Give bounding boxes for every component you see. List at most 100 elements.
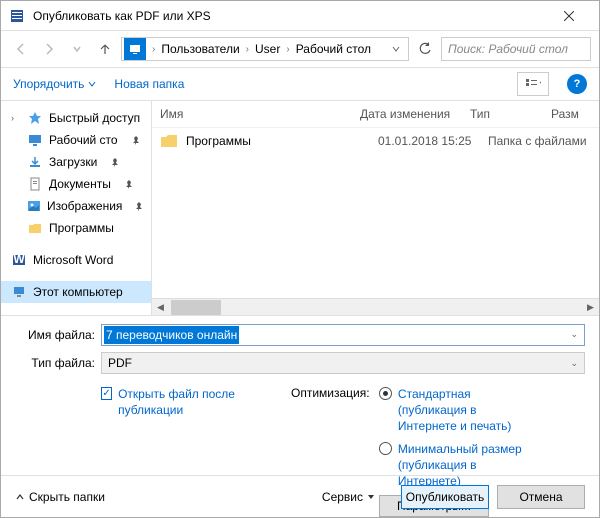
help-button[interactable]: ? [567,74,587,94]
pin-icon [107,154,123,170]
sidebar-documents[interactable]: Документы [1,173,151,195]
crumb-user[interactable]: User [253,42,282,56]
app-icon [9,8,25,24]
file-list: Программы 01.01.2018 15:25 Папка с файла… [152,128,599,298]
filetype-combo[interactable]: PDF ⌄ [101,352,585,374]
pin-icon [132,198,145,214]
file-form: Имя файла: 7 переводчиков онлайн ⌄ Тип ф… [1,315,599,374]
filetype-label: Тип файла: [15,356,101,370]
view-mode-button[interactable] [517,72,549,96]
radio-standard-label: Стандартная (публикация в Интернете и пе… [398,386,538,435]
pin-icon [121,176,137,192]
scroll-right-icon[interactable]: ▶ [582,299,599,316]
sidebar-desktop[interactable]: Рабочий сто [1,129,151,151]
chevron-down-icon[interactable]: ⌄ [570,329,578,340]
close-button[interactable] [546,1,591,30]
recent-button[interactable] [65,37,89,61]
new-folder-button[interactable]: Новая папка [114,77,184,91]
organize-menu[interactable]: Упорядочить [13,77,96,91]
forward-button[interactable] [37,37,61,61]
sidebar-pictures[interactable]: Изображения [1,195,151,217]
sidebar-label: Документы [49,177,111,191]
document-icon [27,176,43,192]
chevron-right-icon: › [11,113,21,123]
sidebar-label: Быстрый доступ [49,111,140,125]
picture-icon [27,198,41,214]
chevron-right-icon: › [148,44,159,55]
radio-icon [379,387,392,400]
pc-icon [124,38,146,60]
footer: Скрыть папки Сервис Опубликовать Отмена [1,475,599,517]
up-button[interactable] [93,37,117,61]
word-icon: W [11,252,27,268]
file-area: Имя Дата изменения Тип Разм Программы 01… [151,101,599,315]
hide-label: Скрыть папки [29,490,105,504]
cancel-button[interactable]: Отмена [497,485,585,509]
breadcrumb[interactable]: › Пользователи › User › Рабочий стол [121,37,409,61]
chevron-right-icon: › [242,44,253,55]
sidebar: › Быстрый доступ Рабочий сто Загрузки До… [1,101,151,315]
scroll-thumb[interactable] [171,300,221,315]
sidebar-this-pc[interactable]: Этот компьютер [1,281,151,303]
search-input[interactable]: Поиск: Рабочий стол [441,37,591,61]
sidebar-quick-access[interactable]: › Быстрый доступ [1,107,151,129]
nav-row: › Пользователи › User › Рабочий стол Пои… [1,31,599,67]
sidebar-label: Программы [49,221,114,235]
file-name: Программы [186,134,378,148]
optimize-label: Оптимизация: [291,386,370,400]
checkbox-icon: ✓ [101,387,112,400]
refresh-button[interactable] [413,37,437,61]
crumb-desktop[interactable]: Рабочий стол [294,42,373,56]
chevron-right-icon: › [282,44,293,55]
file-row[interactable]: Программы 01.01.2018 15:25 Папка с файла… [152,128,599,154]
file-list-header: Имя Дата изменения Тип Разм [152,101,599,128]
window-title: Опубликовать как PDF или XPS [33,9,546,23]
hide-folders-button[interactable]: Скрыть папки [15,490,105,504]
sidebar-word[interactable]: W Microsoft Word [1,249,151,271]
sidebar-network[interactable]: Сеть [1,313,151,315]
file-date: 01.01.2018 15:25 [378,134,488,148]
folder-icon [160,132,178,150]
crumb-users[interactable]: Пользователи [159,42,241,56]
filename-value: 7 переводчиков онлайн [104,326,239,344]
svg-text:W: W [13,253,25,266]
sidebar-downloads[interactable]: Загрузки [1,151,151,173]
download-icon [27,154,43,170]
chevron-up-icon [15,492,25,502]
sidebar-label: Этот компьютер [33,285,123,299]
horizontal-scrollbar[interactable]: ◀ ▶ [152,298,599,315]
tools-menu[interactable]: Сервис [322,490,375,504]
sidebar-label: Рабочий сто [49,133,118,147]
filename-label: Имя файла: [15,328,101,342]
sidebar-programs[interactable]: Программы [1,217,151,239]
sidebar-label: Загрузки [49,155,97,169]
tools-label: Сервис [322,490,363,504]
pin-icon [128,132,144,148]
col-type[interactable]: Тип [470,107,551,121]
radio-standard[interactable]: Стандартная (публикация в Интернете и пе… [379,386,538,435]
sidebar-label: Изображения [47,199,122,213]
folder-icon [27,220,43,236]
col-name[interactable]: Имя [160,107,360,121]
col-date[interactable]: Дата изменения [360,107,470,121]
organize-label: Упорядочить [13,77,84,91]
filename-input[interactable]: 7 переводчиков онлайн ⌄ [101,324,585,346]
toolbar: Упорядочить Новая папка ? [1,67,599,101]
main-area: › Быстрый доступ Рабочий сто Загрузки До… [1,101,599,315]
radio-icon [379,442,392,455]
publish-button[interactable]: Опубликовать [401,485,489,509]
back-button[interactable] [9,37,33,61]
chevron-down-icon [367,493,375,501]
file-type: Папка с файлами [488,134,591,148]
pc-icon [11,284,27,300]
col-size[interactable]: Разм [551,107,591,121]
star-icon [27,110,43,126]
breadcrumb-dropdown[interactable] [386,45,406,53]
filetype-value: PDF [108,356,132,370]
desktop-icon [27,132,43,148]
sidebar-label: Microsoft Word [33,253,113,267]
scroll-left-icon[interactable]: ◀ [152,299,169,316]
open-after-label: Открыть файл после публикации [118,386,271,418]
open-after-checkbox[interactable]: ✓ Открыть файл после публикации [101,386,271,418]
titlebar: Опубликовать как PDF или XPS [1,1,599,31]
